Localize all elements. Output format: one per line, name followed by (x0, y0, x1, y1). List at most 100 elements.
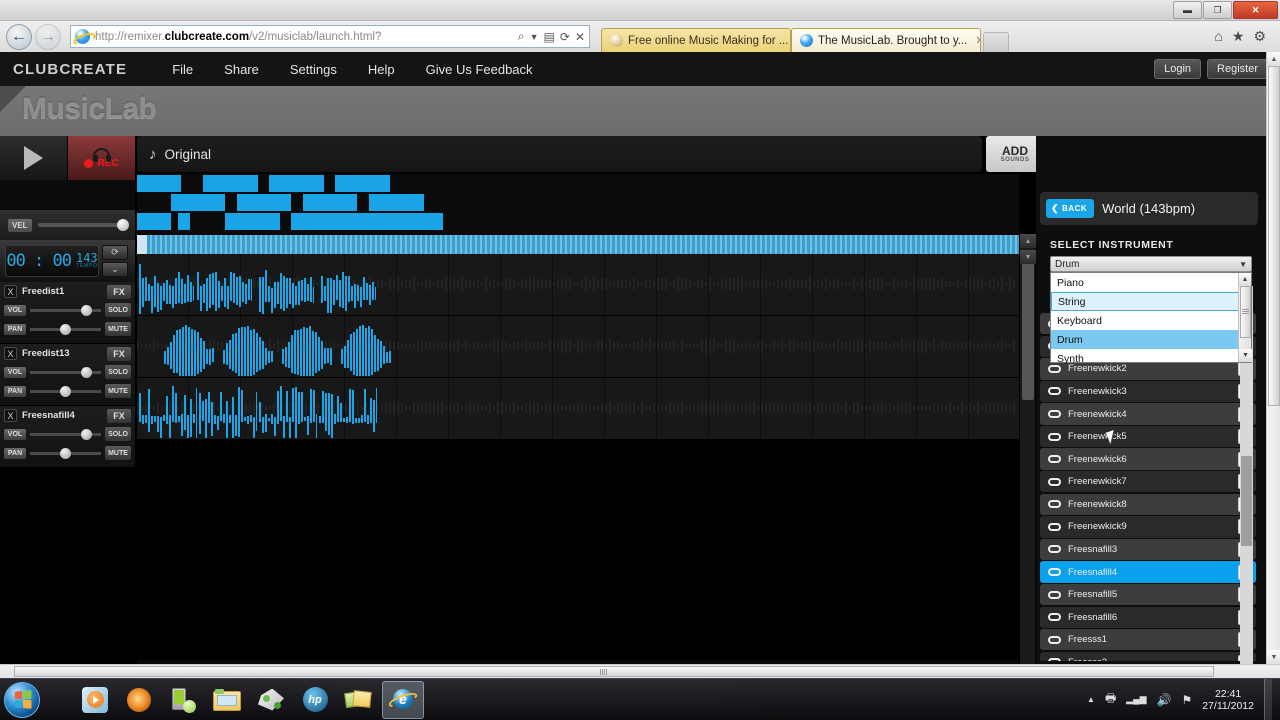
back-icon[interactable]: ← (6, 23, 32, 50)
taskbar-item-android-app[interactable] (162, 681, 204, 719)
volume-icon[interactable]: 🔊 (1157, 693, 1172, 707)
chevron-down-icon[interactable]: ▼ (530, 32, 539, 42)
velocity-knob[interactable] (117, 219, 129, 231)
sound-list-item[interactable]: Freesnafill3 (1040, 538, 1256, 561)
track-lane[interactable] (137, 254, 1019, 316)
audio-clip[interactable] (321, 256, 376, 314)
audio-clip[interactable] (259, 380, 317, 438)
hscroll-thumb[interactable] (14, 666, 1214, 677)
audio-clip[interactable] (139, 380, 197, 438)
nav-item-share[interactable]: Share (224, 62, 259, 77)
login-button[interactable]: Login (1154, 59, 1202, 79)
track-mute-button[interactable]: MUTE (105, 446, 131, 460)
lanes-vertical-scrollbar[interactable]: ▲ ▼ (1019, 234, 1036, 664)
loop-button[interactable]: ⟳ (102, 245, 128, 260)
track-lane[interactable] (137, 378, 1019, 440)
sound-list-item[interactable]: Freenewkick5 (1040, 425, 1256, 448)
sound-list-item[interactable]: Freesss2 (1040, 651, 1256, 661)
ruler-handle[interactable] (137, 235, 147, 255)
track-lane-empty[interactable] (137, 440, 1019, 660)
timeline-ruler[interactable] (137, 234, 1019, 255)
record-button[interactable]: REC (68, 136, 135, 180)
sound-list-item[interactable]: Freesss1 (1040, 629, 1256, 651)
taskbar-item-flame-app[interactable] (118, 681, 160, 719)
dropdown-option-piano[interactable]: Piano (1051, 273, 1239, 292)
taskbar-item-paint-app[interactable] (250, 681, 292, 719)
new-tab-button[interactable] (983, 32, 1009, 52)
favorites-icon[interactable]: ★ (1232, 28, 1245, 45)
sound-list-item[interactable]: Freenewkick7 (1040, 471, 1256, 493)
track-volume-slider[interactable] (30, 428, 101, 440)
track-pan-slider[interactable] (30, 385, 101, 397)
track-header[interactable]: X Freedist1 FX VOL SOLO PAN MUTE (0, 282, 135, 344)
track-header[interactable]: X Freesnafill4 FX VOL SOLO PAN MUTE (0, 406, 135, 468)
track-fx-button[interactable]: FX (107, 347, 131, 361)
site-logo[interactable]: CLUBCREATE (13, 61, 127, 78)
track-lanes[interactable] (137, 254, 1019, 664)
track-fx-button[interactable]: FX (107, 409, 131, 423)
back-button[interactable]: ❮ BACK (1046, 199, 1095, 218)
nav-item-file[interactable]: File (172, 62, 193, 77)
taskbar-clock[interactable]: 22:41 27/11/2012 (1202, 688, 1254, 712)
track-solo-button[interactable]: SOLO (105, 427, 131, 441)
arrangement-minimap[interactable] (137, 174, 1019, 234)
taskbar-item-internet-explorer[interactable]: e (382, 680, 424, 719)
audio-clip[interactable] (259, 256, 314, 314)
dropdown-option-keyboard[interactable]: Keyboard (1051, 311, 1239, 330)
track-pan-slider[interactable] (30, 323, 101, 335)
taskbar-item-media-player[interactable] (74, 681, 116, 719)
page-scroll-down-icon[interactable]: ▼ (1267, 650, 1280, 664)
forward-icon[interactable]: → (35, 23, 61, 50)
page-vertical-scrollbar[interactable]: ▲ ▼ (1266, 52, 1280, 664)
address-bar[interactable]: http://remixer.clubcreate.com/v2/musicla… (70, 25, 590, 48)
track-close-button[interactable]: X (4, 347, 17, 360)
dropdown-option-string[interactable]: String (1051, 292, 1239, 311)
nav-item-settings[interactable]: Settings (290, 62, 337, 77)
audio-clip[interactable] (282, 318, 332, 376)
audio-clip[interactable] (319, 380, 377, 438)
dropdown-scroll-up-icon[interactable]: ▲ (1239, 273, 1251, 286)
taskbar-item-hp-app[interactable]: hp (294, 681, 336, 719)
track-lane[interactable] (137, 316, 1019, 378)
sound-list-item[interactable]: Freesnafill5 (1040, 583, 1256, 606)
refresh-icon[interactable]: ⟳ (560, 30, 570, 44)
velocity-slider[interactable] (37, 219, 129, 231)
track-mute-button[interactable]: MUTE (105, 384, 131, 398)
dropdown-option-synth[interactable]: Synth (1051, 349, 1239, 368)
track-volume-knob[interactable] (81, 304, 93, 316)
track-volume-knob[interactable] (81, 366, 93, 378)
audio-clip[interactable] (199, 380, 257, 438)
page-horizontal-scrollbar[interactable] (0, 664, 1280, 678)
minimize-button[interactable]: ▬ (1173, 1, 1202, 19)
tools-gear-icon[interactable]: ⚙ (1253, 28, 1266, 45)
sound-list-item[interactable]: Freesnafill6 (1040, 606, 1256, 628)
lanes-scroll-thumb[interactable] (1022, 250, 1034, 400)
home-icon[interactable]: ⌂ (1214, 28, 1222, 45)
track-close-button[interactable]: X (4, 285, 17, 298)
nav-item-feedback[interactable]: Give Us Feedback (426, 62, 533, 77)
track-solo-button[interactable]: SOLO (105, 365, 131, 379)
scroll-down-icon[interactable]: ▼ (1020, 250, 1036, 264)
track-close-button[interactable]: X (4, 409, 17, 422)
action-center-icon[interactable]: 🖶 (1105, 689, 1116, 710)
sound-list-item[interactable]: Freenewkick4 (1040, 403, 1256, 425)
network-icon[interactable]: ▂▄▆ (1126, 694, 1146, 705)
dropdown-scrollbar[interactable]: ▲ ▼ (1238, 273, 1252, 362)
track-pan-knob[interactable] (59, 323, 71, 335)
track-header[interactable]: X Freedist13 FX VOL SOLO PAN MUTE (0, 344, 135, 406)
clip-title-bar[interactable]: ♪ Original (137, 136, 982, 172)
panel-scroll-thumb[interactable] (1241, 456, 1252, 546)
instrument-dropdown[interactable]: Piano String Keyboard Drum Synth ▲ ▼ (1050, 272, 1252, 365)
track-pan-knob[interactable] (59, 385, 71, 397)
track-mute-button[interactable]: MUTE (105, 322, 131, 336)
instrument-select[interactable]: Drum ▼ (1050, 256, 1252, 272)
flag-icon[interactable]: ⚑ (1181, 693, 1192, 707)
audio-clip[interactable] (223, 318, 273, 376)
close-button[interactable]: ✕ (1233, 1, 1278, 19)
maximize-button[interactable]: ❐ (1203, 1, 1232, 19)
sound-list-item[interactable]: Freesnafill4 (1040, 561, 1256, 583)
track-volume-slider[interactable] (30, 366, 101, 378)
stop-icon[interactable]: ✕ (575, 30, 585, 44)
track-pan-slider[interactable] (30, 447, 101, 459)
track-volume-knob[interactable] (81, 428, 93, 440)
